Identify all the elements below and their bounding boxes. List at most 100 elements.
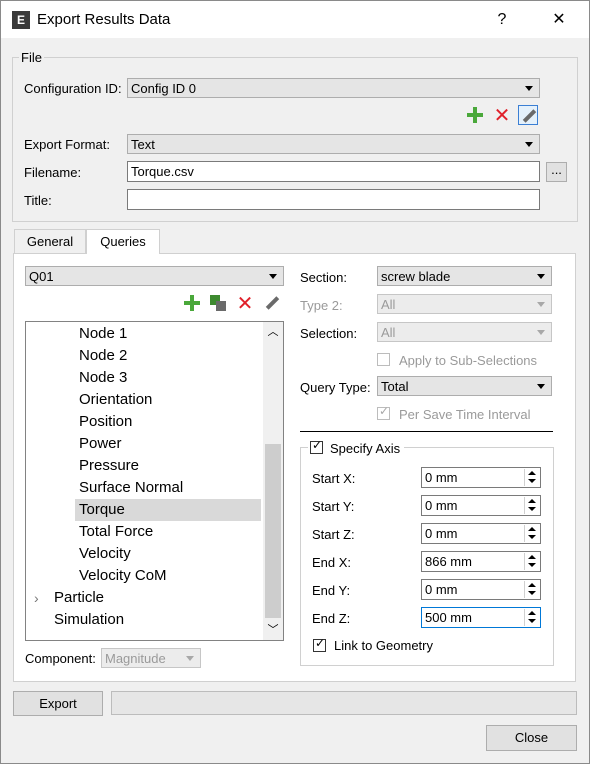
spin-buttons[interactable] — [524, 581, 539, 598]
end-y-value: 0 mm — [425, 582, 458, 597]
pencil-icon — [265, 296, 280, 310]
tree-item-node-2[interactable]: Node 2 — [79, 345, 127, 367]
spin-buttons[interactable] — [524, 553, 539, 570]
edit-config-button[interactable] — [518, 105, 538, 125]
start-x-label: Start X: — [312, 471, 356, 486]
tree-item-power[interactable]: Power — [79, 433, 122, 455]
edit-query-button[interactable] — [262, 293, 282, 313]
spin-down-icon — [528, 507, 536, 511]
tree-item-particle[interactable]: Particle — [54, 587, 104, 609]
component-dropdown[interactable]: Magnitude — [101, 648, 201, 668]
tree-item-node-3[interactable]: Node 3 — [79, 367, 127, 389]
add-query-button[interactable] — [182, 293, 202, 313]
config-dropdown[interactable]: Config ID 0 — [127, 78, 540, 98]
start-x-field[interactable]: 0 mm — [421, 467, 541, 488]
chevron-down-icon[interactable]: ﹀ — [263, 620, 283, 640]
per-save-checkbox[interactable]: ✓ — [377, 404, 390, 420]
format-label: Export Format: — [24, 137, 110, 152]
specify-axis-checkbox[interactable]: ✓ — [310, 438, 323, 454]
close-window-button[interactable]: ✕ — [539, 5, 579, 35]
per-save-label: Per Save Time Interval — [399, 407, 531, 422]
title-label: Title: — [24, 193, 52, 208]
end-y-field[interactable]: 0 mm — [421, 579, 541, 600]
spin-buttons[interactable] — [524, 609, 539, 626]
apply-sub-checkbox[interactable] — [377, 353, 390, 366]
close-button[interactable]: Close — [486, 725, 577, 751]
chevron-down-icon — [186, 656, 194, 661]
start-y-field[interactable]: 0 mm — [421, 495, 541, 516]
end-x-value: 866 mm — [425, 554, 472, 569]
spin-up-icon — [528, 583, 536, 587]
type2-dropdown[interactable]: All — [377, 294, 552, 314]
query-type-label: Query Type: — [300, 380, 371, 395]
spin-down-icon — [528, 563, 536, 567]
app-icon: E — [12, 11, 30, 29]
tree-item-torque[interactable]: Torque — [75, 499, 261, 521]
type2-label: Type 2: — [300, 298, 343, 313]
tab-general[interactable]: General — [14, 229, 86, 253]
selection-label: Selection: — [300, 326, 358, 341]
divider — [300, 431, 553, 432]
tree-item-pressure[interactable]: Pressure — [79, 455, 139, 477]
tree-item-simulation[interactable]: Simulation — [54, 609, 124, 631]
help-button[interactable]: ? — [482, 5, 522, 35]
chevron-down-icon — [537, 274, 545, 279]
filename-field[interactable]: Torque.csv — [127, 161, 540, 182]
spin-buttons[interactable] — [524, 469, 539, 486]
spin-buttons[interactable] — [524, 525, 539, 542]
scrollbar-thumb[interactable] — [265, 444, 281, 618]
end-x-field[interactable]: 866 mm — [421, 551, 541, 572]
end-z-field[interactable]: 500 mm — [421, 607, 541, 628]
browse-button[interactable]: ... — [546, 162, 567, 182]
tree-item-position[interactable]: Position — [79, 411, 132, 433]
start-z-label: Start Z: — [312, 527, 355, 542]
format-dropdown[interactable]: Text — [127, 134, 540, 154]
spin-buttons[interactable] — [524, 497, 539, 514]
start-y-value: 0 mm — [425, 498, 458, 513]
tree-item-orientation[interactable]: Orientation — [79, 389, 152, 411]
chevron-up-icon[interactable]: ︿ — [263, 322, 283, 342]
format-value: Text — [131, 137, 155, 152]
delete-query-button[interactable]: ✕ — [235, 293, 255, 315]
tree-item-velocity-com[interactable]: Velocity CoM — [79, 565, 167, 587]
spin-down-icon — [528, 619, 536, 623]
selection-dropdown[interactable]: All — [377, 322, 552, 342]
tree-item-total-force[interactable]: Total Force — [79, 521, 153, 543]
delete-icon: ✕ — [236, 293, 254, 315]
delete-config-button[interactable]: ✕ — [492, 105, 512, 127]
start-z-field[interactable]: 0 mm — [421, 523, 541, 544]
tree-item-surface-normal[interactable]: Surface Normal — [79, 477, 183, 499]
export-button[interactable]: Export — [13, 691, 103, 716]
query-dropdown[interactable]: Q01 — [25, 266, 284, 286]
component-label: Component: — [25, 651, 96, 666]
chevron-down-icon — [537, 330, 545, 335]
title-field[interactable] — [127, 189, 540, 210]
end-x-label: End X: — [312, 555, 352, 570]
section-label: Section: — [300, 270, 347, 285]
pencil-icon — [522, 109, 537, 123]
type2-value: All — [381, 297, 396, 312]
spin-up-icon — [528, 471, 536, 475]
spin-up-icon — [528, 611, 536, 615]
link-geometry-checkbox[interactable]: ✓ — [313, 636, 326, 652]
section-value: screw blade — [381, 269, 451, 284]
filename-label: Filename: — [24, 165, 82, 180]
start-x-value: 0 mm — [425, 470, 458, 485]
copy-query-button[interactable] — [208, 293, 228, 313]
spin-up-icon — [528, 499, 536, 503]
chevron-down-icon — [525, 86, 533, 91]
specify-axis-label: Specify Axis — [330, 441, 401, 456]
query-type-dropdown[interactable]: Total — [377, 376, 552, 396]
tree-item-velocity[interactable]: Velocity — [79, 543, 131, 565]
add-config-button[interactable] — [465, 105, 485, 125]
filename-value: Torque.csv — [131, 164, 194, 179]
window-title: Export Results Data — [37, 11, 171, 28]
component-value: Magnitude — [105, 651, 166, 666]
section-dropdown[interactable]: screw blade — [377, 266, 552, 286]
tab-queries[interactable]: Queries — [86, 229, 160, 254]
query-tree[interactable]: Node 1 Node 2 Node 3 Orientation Positio… — [25, 321, 284, 641]
chevron-right-icon[interactable]: › — [34, 587, 39, 609]
tree-item-node-1[interactable]: Node 1 — [79, 323, 127, 345]
tree-scrollbar[interactable]: ︿ ﹀ — [263, 322, 283, 640]
delete-icon: ✕ — [493, 105, 511, 127]
